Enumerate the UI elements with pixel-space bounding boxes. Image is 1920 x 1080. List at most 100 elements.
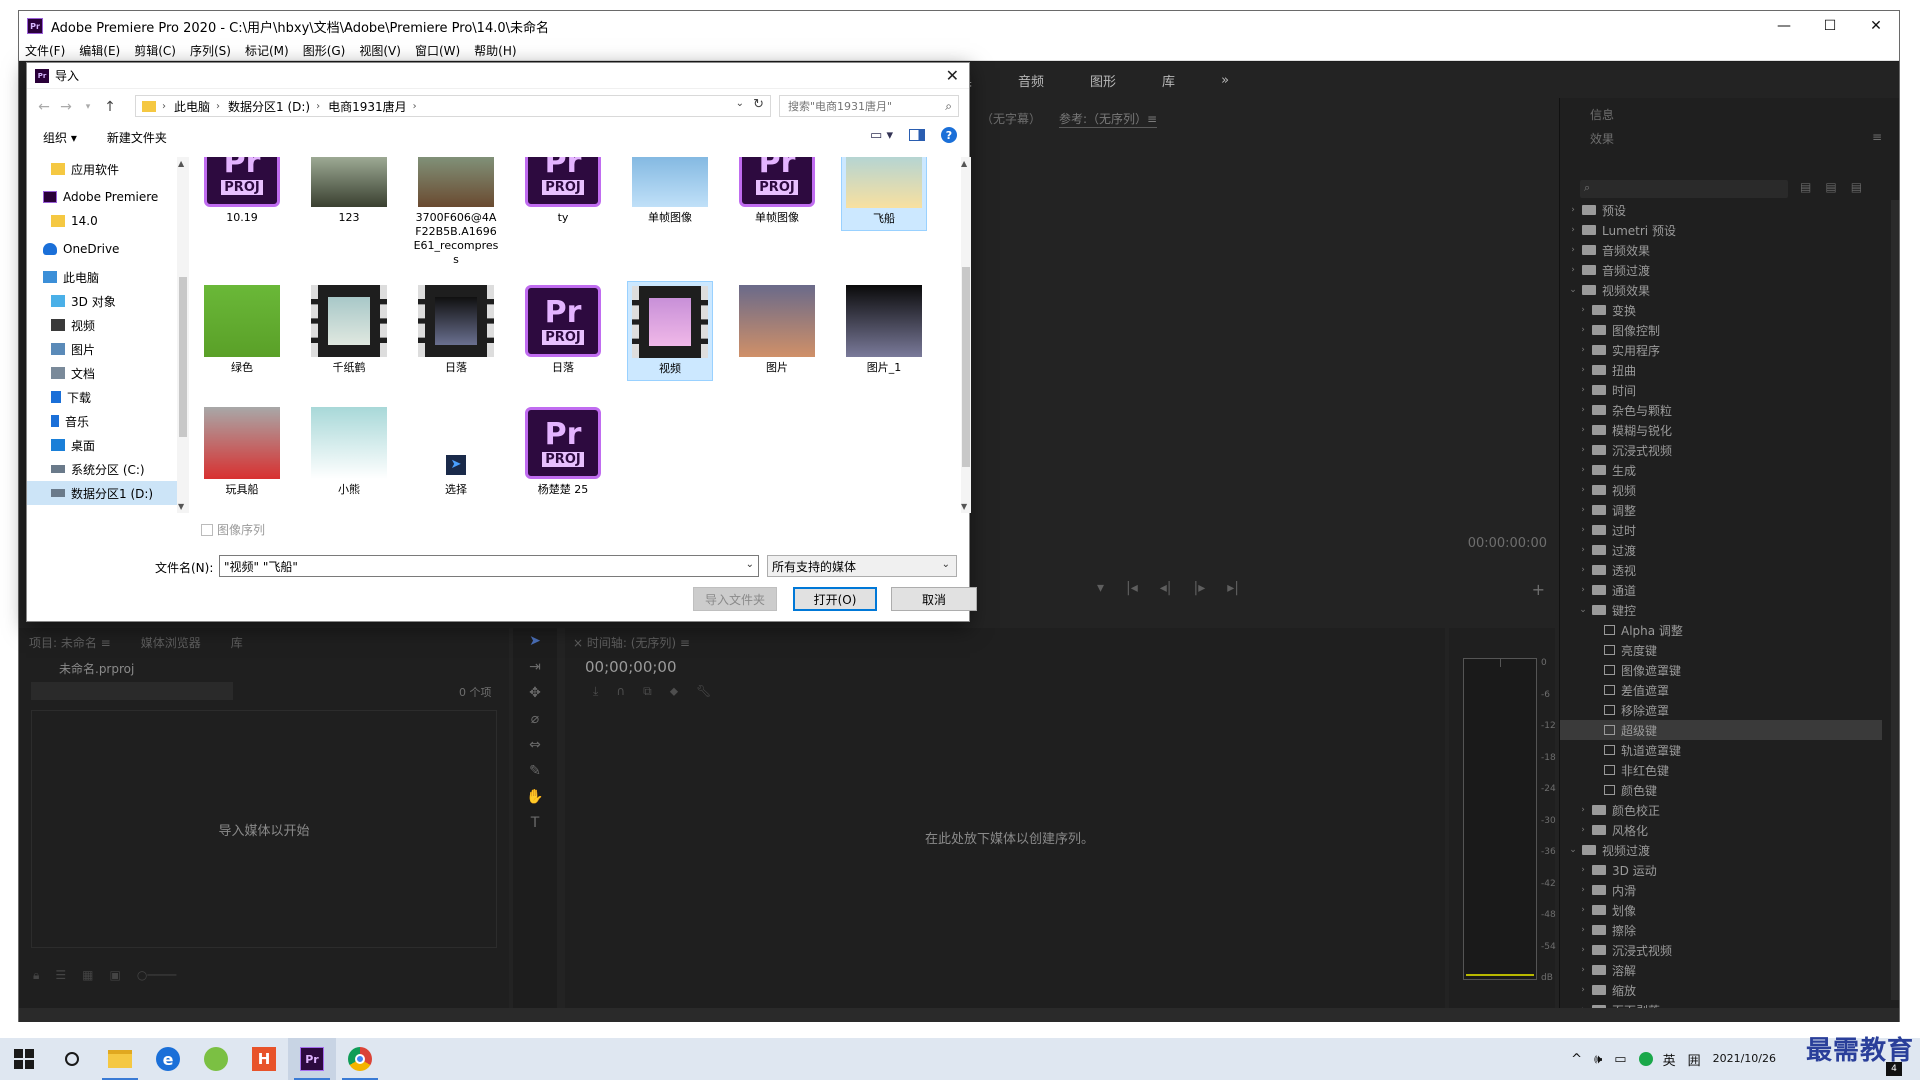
minimize-icon[interactable]: —	[1761, 11, 1807, 41]
preview-pane-icon[interactable]	[909, 129, 925, 141]
panel-menu-icon[interactable]: ≡	[1872, 130, 1882, 144]
razor-tool-icon[interactable]: ⌀	[513, 706, 557, 732]
file-item[interactable]: 千纸鹤	[306, 281, 392, 379]
type-tool-icon[interactable]: T	[513, 810, 557, 836]
help-icon[interactable]: ?	[941, 127, 957, 143]
effects-tree-item[interactable]: › 过时	[1560, 520, 1882, 540]
chevron-right-icon[interactable]: ›	[1578, 385, 1588, 395]
file-item[interactable]: 单帧图像	[627, 157, 713, 229]
notification-badge[interactable]: 4	[1886, 1062, 1902, 1076]
list-view-icon[interactable]: ☰	[55, 968, 66, 983]
network-icon[interactable]: ▭	[1614, 1052, 1626, 1067]
file-item[interactable]: Pr PROJ 日落	[520, 281, 606, 379]
icon-view-icon[interactable]: ▦	[82, 968, 93, 983]
effects-search-input[interactable]: ⌕	[1580, 180, 1788, 198]
menu-item-5[interactable]: 图形(G)	[303, 42, 346, 59]
effects-tree-item[interactable]: › 颜色校正	[1560, 800, 1882, 820]
timeline-timecode[interactable]: 00;00;00;00	[585, 658, 677, 676]
menu-item-3[interactable]: 序列(S)	[190, 42, 231, 59]
chevron-down-icon[interactable]: ⌄	[1578, 605, 1588, 615]
breadcrumb-this-pc[interactable]: 此电脑	[174, 98, 210, 115]
clock[interactable]: 2021/10/26	[1713, 1052, 1776, 1066]
ripple-edit-tool-icon[interactable]: ✥	[513, 680, 557, 706]
selection-tool-icon[interactable]: ➤	[513, 628, 557, 654]
tree-item[interactable]: OneDrive	[27, 237, 177, 261]
tree-item[interactable]: 音乐	[27, 409, 177, 433]
scroll-up-icon[interactable]: ▲	[178, 159, 184, 168]
effects-tree-item[interactable]: › 内滑	[1560, 880, 1882, 900]
file-item[interactable]: Pr PROJ 单帧图像	[734, 157, 820, 229]
tree-item[interactable]: 应用软件	[27, 157, 177, 181]
edge-button[interactable]: e	[144, 1038, 192, 1080]
captions-tab[interactable]: （无字幕）	[981, 110, 1041, 128]
tree-item[interactable]: 图片	[27, 337, 177, 361]
file-item[interactable]: 小熊	[306, 403, 392, 501]
file-grid-scrollbar[interactable]: ▲ ▼	[961, 157, 971, 513]
chevron-right-icon[interactable]: ›	[1578, 425, 1588, 435]
effects-tree-item[interactable]: › 时间	[1560, 380, 1882, 400]
32bit-filter-icon[interactable]: ▤	[1825, 180, 1836, 194]
linked-selection-icon[interactable]: ⧉	[643, 684, 652, 699]
chevron-right-icon[interactable]: ›	[1578, 545, 1588, 555]
effects-tree-item[interactable]: ⌄ 视频效果	[1560, 280, 1882, 300]
organize-button[interactable]: 组织 ▾	[43, 129, 77, 146]
refresh-icon[interactable]: ↻	[753, 97, 764, 112]
scroll-thumb[interactable]	[179, 277, 187, 437]
effects-tree-item[interactable]: 超级键	[1560, 720, 1882, 740]
chevron-down-icon[interactable]: ⌄	[942, 559, 950, 570]
effects-tree-item[interactable]: › 溶解	[1560, 960, 1882, 980]
chevron-right-icon[interactable]: ›	[1578, 485, 1588, 495]
effects-tree-item[interactable]: › 音频过渡	[1560, 260, 1882, 280]
file-explorer-button[interactable]	[96, 1038, 144, 1080]
chevron-right-icon[interactable]: ›	[1578, 565, 1588, 575]
tree-item[interactable]: 下载	[27, 385, 177, 409]
go-to-out-icon[interactable]: ▸|	[1227, 580, 1239, 596]
lock-icon[interactable]: 🔒︎	[33, 968, 39, 983]
search-icon[interactable]: ⌕	[945, 99, 952, 114]
tree-item[interactable]: 视频	[27, 313, 177, 337]
breadcrumb-separator-icon[interactable]: ›	[413, 101, 417, 112]
navigation-pane-scrollbar[interactable]: ▲ ▼	[177, 157, 189, 513]
project-tab[interactable]: 项目: 未命名 ≡	[29, 634, 111, 651]
effects-tree-item[interactable]: › 模糊与锐化	[1560, 420, 1882, 440]
scroll-down-icon[interactable]: ▼	[178, 502, 184, 511]
scroll-thumb[interactable]	[962, 267, 970, 467]
effects-tree-item[interactable]: › 沉浸式视频	[1560, 940, 1882, 960]
new-folder-button[interactable]: 新建文件夹	[107, 129, 167, 146]
effects-tree-item[interactable]: › 预设	[1560, 200, 1882, 220]
tray-overflow-icon[interactable]: ^	[1571, 1052, 1582, 1067]
effects-tree-item[interactable]: › Lumetri 预设	[1560, 220, 1882, 240]
effects-tree-item[interactable]: › 生成	[1560, 460, 1882, 480]
chevron-right-icon[interactable]: ›	[1578, 325, 1588, 335]
tree-item[interactable]: 此电脑	[27, 265, 177, 289]
up-arrow-icon[interactable]: ↑	[99, 99, 121, 115]
workspace-tab-1[interactable]: 音频	[1018, 71, 1044, 90]
tree-item[interactable]: 3D 对象	[27, 289, 177, 313]
effects-tree-item[interactable]: Alpha 调整	[1560, 620, 1882, 640]
import-folder-button[interactable]: 导入文件夹	[693, 587, 777, 611]
pen-tool-icon[interactable]: ✎	[513, 758, 557, 784]
nest-icon[interactable]: ⤓	[593, 684, 598, 699]
effects-tree-item[interactable]: › 透视	[1560, 560, 1882, 580]
change-view-icon[interactable]: ▭ ▾	[870, 128, 893, 143]
chevron-right-icon[interactable]: ›	[1568, 265, 1578, 275]
effects-tree-item[interactable]: › 沉浸式视频	[1560, 440, 1882, 460]
accelerated-filter-icon[interactable]: ▤	[1800, 180, 1811, 194]
effects-tree-item[interactable]: › 扭曲	[1560, 360, 1882, 380]
chevron-right-icon[interactable]: ›	[1568, 245, 1578, 255]
add-marker-icon[interactable]: ⬥	[670, 684, 678, 699]
chevron-right-icon[interactable]: ›	[1578, 865, 1588, 875]
snap-icon[interactable]: ∩	[616, 684, 625, 699]
step-back-icon[interactable]: ◂|	[1160, 580, 1172, 596]
chevron-right-icon[interactable]: ›	[1578, 585, 1588, 595]
security-icon[interactable]	[1638, 1052, 1653, 1066]
reference-tab[interactable]: 参考:（无序列）≡	[1059, 110, 1158, 128]
filename-combobox[interactable]: ⌄	[219, 555, 759, 577]
effects-tree-item[interactable]: › 图像控制	[1560, 320, 1882, 340]
chevron-right-icon[interactable]: ›	[1578, 305, 1588, 315]
effects-tree-item[interactable]: › 通道	[1560, 580, 1882, 600]
effects-tab[interactable]: 效果	[1590, 130, 1614, 147]
chrome-button[interactable]	[336, 1038, 384, 1080]
menu-item-4[interactable]: 标记(M)	[245, 42, 289, 59]
scroll-up-icon[interactable]: ▲	[961, 159, 967, 168]
